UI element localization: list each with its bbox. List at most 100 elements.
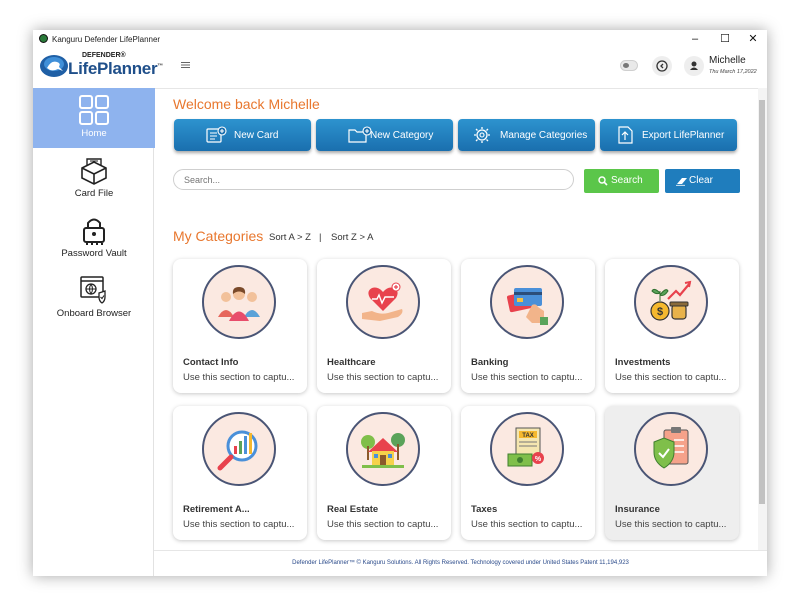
category-title: Investments	[615, 357, 671, 368]
window-title: Kanguru Defender LifePlanner	[52, 35, 161, 44]
category-title: Retirement A...	[183, 504, 250, 515]
search-button-label: Search	[611, 175, 643, 186]
minimize-button[interactable]: –	[681, 31, 709, 47]
category-card-healthcare[interactable]: Healthcare Use this section to captu...	[317, 259, 451, 393]
category-card-banking[interactable]: Banking Use this section to captu...	[461, 259, 595, 393]
category-icon-frame	[202, 412, 276, 486]
search-input[interactable]	[173, 169, 574, 190]
dashboard-icon	[79, 95, 109, 125]
lock-icon	[83, 218, 105, 245]
scroll-thumb[interactable]	[759, 100, 765, 504]
sidebar-item-password-vault[interactable]: Password Vault	[33, 208, 155, 268]
card-file-icon	[81, 158, 107, 185]
logout-icon	[656, 60, 668, 72]
tax-document-icon: TAX %	[507, 427, 544, 467]
category-card-investments[interactable]: $ Investments Use this section to captu.…	[605, 259, 739, 393]
sidebar-item-onboard-browser[interactable]: Onboard Browser	[33, 268, 155, 328]
money-growth-icon: $	[650, 280, 692, 321]
svg-text:TAX: TAX	[522, 433, 534, 439]
category-icon-frame: $	[634, 265, 708, 339]
category-icon-frame	[634, 412, 708, 486]
logo-defender-text: DEFENDER®	[82, 52, 126, 59]
category-description: Use this section to captu...	[471, 372, 583, 383]
close-button[interactable]: ✕	[739, 31, 767, 47]
user-name: Michelle	[709, 55, 746, 66]
new-card-icon	[206, 126, 227, 143]
category-card-contact-info[interactable]: Contact Info Use this section to captu..…	[173, 259, 307, 393]
maximize-button[interactable]: ☐	[711, 31, 739, 47]
sidebar-item-label: Home	[81, 128, 107, 139]
manage-categories-button[interactable]: Manage Categories	[458, 119, 595, 151]
welcome-heading: Welcome back Michelle	[173, 96, 320, 112]
kangaroo-logo-icon	[40, 55, 68, 77]
category-card-insurance[interactable]: Insurance Use this section to captu...	[605, 406, 739, 540]
footer: Defender LifePlanner™ © Kanguru Solution…	[154, 550, 767, 576]
logo-tm: ™	[157, 63, 163, 70]
svg-text:$: $	[657, 306, 663, 318]
new-category-label: New Category	[370, 130, 434, 141]
sidebar-item-home[interactable]: Home	[33, 88, 155, 148]
sort-separator: |	[319, 232, 322, 243]
heart-hand-icon	[362, 282, 403, 321]
user-avatar[interactable]	[684, 56, 704, 76]
sidebar-item-label: Card File	[74, 188, 114, 199]
logout-button[interactable]	[652, 56, 672, 76]
svg-text:%: %	[535, 456, 542, 463]
app-window: Kanguru Defender LifePlanner – ☐ ✕ DEFEN…	[33, 30, 767, 576]
app-icon	[39, 34, 48, 43]
title-bar: Kanguru Defender LifePlanner – ☐ ✕	[33, 30, 767, 48]
app-header: DEFENDER® LifePlanner™ Michelle Thu Marc…	[33, 48, 767, 89]
category-description: Use this section to captu...	[327, 372, 439, 383]
sidebar: Home Card File Password Vault Onboard Br…	[33, 88, 155, 576]
new-category-button[interactable]: New Category	[316, 119, 453, 151]
gear-icon	[474, 127, 490, 143]
sidebar-item-card-file[interactable]: Card File	[33, 148, 155, 208]
search-button[interactable]: Search	[584, 169, 659, 193]
new-card-label: New Card	[234, 130, 279, 141]
user-icon	[690, 61, 698, 70]
export-lifeplanner-label: Export LifePlanner	[642, 130, 725, 141]
logo-lifeplanner-word: LifePlanner	[68, 59, 158, 78]
category-description: Use this section to captu...	[615, 372, 727, 383]
vertical-scrollbar[interactable]	[758, 88, 767, 550]
category-icon-frame	[202, 265, 276, 339]
eraser-icon	[676, 178, 687, 186]
category-icon-frame: TAX %	[490, 412, 564, 486]
hamburger-menu-icon[interactable]	[180, 58, 192, 72]
export-icon	[618, 126, 633, 144]
category-card-retirement[interactable]: Retirement A... Use this section to capt…	[173, 406, 307, 540]
category-description: Use this section to captu...	[615, 519, 727, 530]
credit-card-icon	[506, 288, 548, 325]
category-card-taxes[interactable]: TAX % Taxes Use this section to captu...	[461, 406, 595, 540]
category-title: Healthcare	[327, 357, 376, 368]
sort-z-a-link[interactable]: Sort Z > A	[331, 232, 374, 243]
category-title: Banking	[471, 357, 509, 368]
category-title: Real Estate	[327, 504, 379, 515]
sidebar-item-label: Onboard Browser	[56, 308, 132, 319]
theme-toggle[interactable]	[620, 60, 638, 71]
chart-magnifier-icon	[217, 430, 258, 471]
export-lifeplanner-button[interactable]: Export LifePlanner	[600, 119, 737, 151]
new-card-button[interactable]: New Card	[174, 119, 311, 151]
shield-clipboard-icon	[653, 427, 689, 469]
clear-button-label: Clear	[689, 175, 713, 186]
manage-categories-label: Manage Categories	[500, 130, 588, 141]
logo-lifeplanner-text: LifePlanner™	[68, 59, 163, 79]
my-categories-heading: My Categories	[173, 228, 264, 244]
category-description: Use this section to captu...	[183, 372, 295, 383]
category-title: Contact Info	[183, 357, 239, 368]
current-date: Thu March 17,2022	[709, 69, 757, 75]
category-description: Use this section to captu...	[183, 519, 295, 530]
category-icon-frame	[346, 412, 420, 486]
clear-button[interactable]: Clear	[665, 169, 740, 193]
category-icon-frame	[490, 265, 564, 339]
category-card-real-estate[interactable]: Real Estate Use this section to captu...	[317, 406, 451, 540]
category-description: Use this section to captu...	[327, 519, 439, 530]
category-title: Taxes	[471, 504, 498, 515]
search-icon	[598, 176, 608, 186]
house-icon	[361, 433, 405, 468]
category-description: Use this section to captu...	[471, 519, 583, 530]
sort-a-z-link[interactable]: Sort A > Z	[269, 232, 311, 243]
main-content: Welcome back Michelle New Card New Categ…	[154, 88, 758, 550]
sidebar-item-label: Password Vault	[61, 248, 127, 259]
